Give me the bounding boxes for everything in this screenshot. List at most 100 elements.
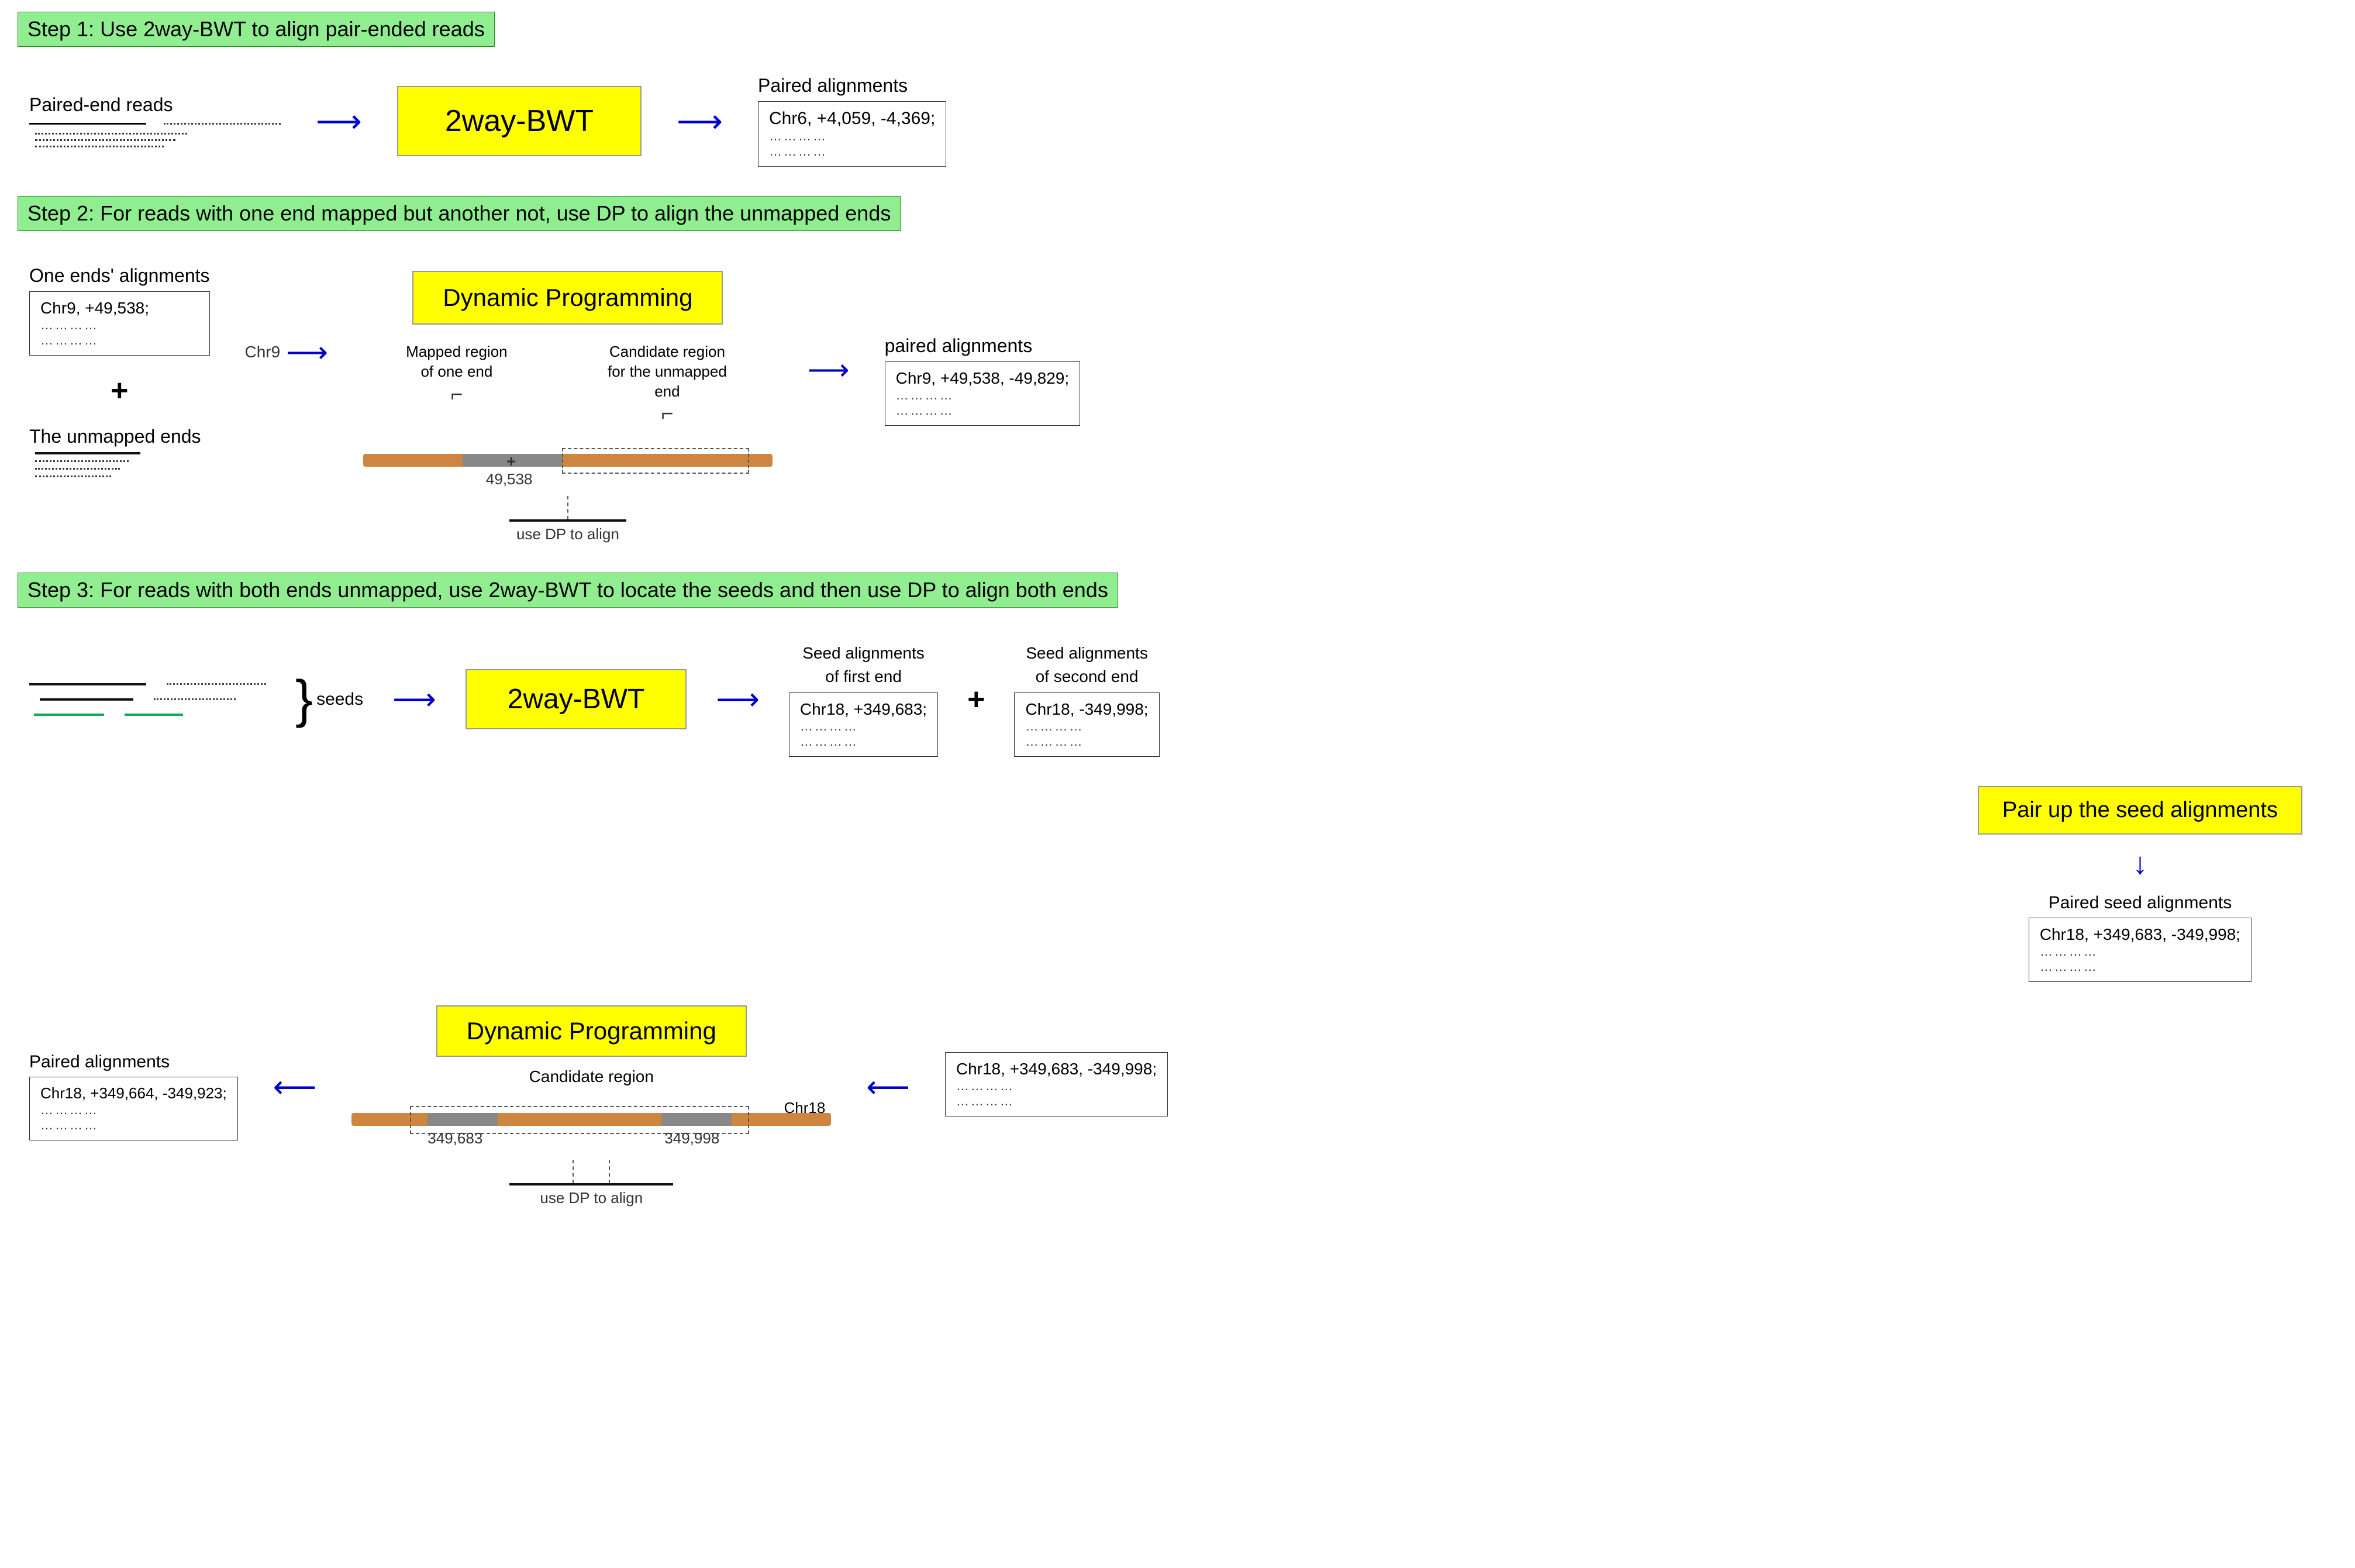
step3-bwt-box: 2way-BWT [466, 669, 687, 729]
step1-dot-row3 [35, 146, 164, 147]
step3-chrom-bar-wrapper: Chr18 349,683 349,998 [351, 1097, 831, 1149]
step2-one-ends: One ends' alignments Chr9, +49,538; …………… [29, 265, 210, 356]
step3-seed-first-label: Seed alignmentsof first end [789, 642, 938, 687]
step2-left: One ends' alignments Chr9, +49,538; …………… [29, 265, 210, 477]
step1-dots1: ………… [769, 129, 935, 144]
step2-right-dots2: ………… [896, 403, 1070, 418]
step3-seeds-label: seeds [316, 690, 363, 709]
step2-left-label1: One ends' alignments [29, 265, 210, 287]
step2-right-dots1: ………… [896, 388, 1070, 403]
step1-reads-display [29, 123, 281, 147]
step3-seed-first: Seed alignmentsof first end Chr18, +349,… [789, 642, 938, 756]
step3-dp-align-label: use DP to align [540, 1189, 643, 1207]
step1-solid-line1 [29, 123, 146, 125]
step3-bottom: Paired alignments Chr18, +349,664, -349,… [29, 1005, 2326, 1207]
step3-seed1-dots1: ………… [800, 719, 927, 734]
step3-dot-a [167, 683, 266, 685]
step2-dashed-overlay [562, 448, 749, 474]
step1-content: Paired-end reads ⟶ 2wa [18, 75, 2337, 167]
step2-candidate-region-label: Candidate regionfor the unmapped end [597, 342, 737, 401]
step3-coord1: 349,683 [427, 1129, 482, 1147]
step3-paired-seed-right: Chr18, +349,683, -349,998; ………… ………… [945, 1052, 1168, 1116]
step3-paired-align-label: Paired alignments [29, 1052, 238, 1072]
step3-paired-seed-label: Paired seed alignments [2029, 893, 2251, 913]
step3-paired-seed-box-right: Chr18, +349,683, -349,998; ………… ………… [945, 1052, 1168, 1116]
step1-dot-row2 [35, 139, 175, 141]
step3-seed-data2: Chr18, -349,998; ………… ………… [1014, 692, 1159, 757]
step2-chrom-bar-wrapper: + 49,538 [363, 437, 773, 490]
step3-pair-up-area: Pair up the seed alignments ↓ Paired see… [29, 786, 2326, 982]
step2-unmapped-reads [29, 452, 210, 477]
step2-mapped-region-label: Mapped regionof one end [406, 342, 507, 382]
step3-plus: + [967, 682, 985, 717]
step3-dash1 [573, 1160, 574, 1183]
unmapped-solid [35, 452, 140, 454]
step2-unmapped: The unmapped ends [29, 426, 210, 477]
step2-right-arrow: ⟶ [808, 353, 850, 387]
step2-left-label2: The unmapped ends [29, 426, 210, 447]
step2-dp-align-label: use DP to align [516, 525, 619, 543]
step3-green-a [34, 714, 104, 716]
step3-dp-area: Dynamic Programming Candidate region Chr… [351, 1005, 831, 1207]
main-container: Step 1: Use 2way-BWT to align pair-ended… [0, 0, 2355, 1225]
step1-dashed-line1 [164, 123, 281, 125]
step3-content: } seeds ⟶ 2way-BWT ⟶ Seed alignmentsof f… [18, 636, 2337, 1212]
step1-reads: Paired-end reads [29, 94, 281, 147]
step2-result-label: paired alignments [885, 335, 1081, 357]
step2-candidate-label: Candidate regionfor the unmapped end ⌐ [597, 342, 737, 426]
step2-content: One ends' alignments Chr9, +49,538; …………… [18, 259, 2337, 549]
step3-solid-b [40, 698, 133, 701]
step1-section: Step 1: Use 2way-BWT to align pair-ended… [18, 12, 2337, 167]
step3-arrow-left: ⟵ [273, 1070, 317, 1105]
step3-paired-align-dots1: ………… [40, 1102, 227, 1118]
step3-dp-box: Dynamic Programming [436, 1005, 747, 1057]
step3-paired-seed-box: Chr18, +349,683, -349,998; ………… ………… [2029, 918, 2251, 982]
step1-arrow1: ⟶ [316, 102, 362, 140]
step2-dots1: ………… [40, 318, 199, 333]
step2-right-line1: Chr9, +49,538, -49,829; [896, 369, 1070, 388]
step2-vert-dash [567, 496, 568, 519]
step3-dot-b [154, 698, 236, 700]
step3-paired-result-box: Chr18, +349,664, -349,923; ………… ………… [29, 1077, 238, 1140]
step2-chr-arrow: Chr9 ⟶ [245, 335, 328, 369]
step2-section: Step 2: For reads with one end mapped bu… [18, 196, 2337, 549]
step3-seed2-dots2: ………… [1025, 734, 1148, 749]
step3-pair-col: Pair up the seed alignments ↓ Paired see… [1978, 786, 2302, 982]
step2-dots2: ………… [40, 333, 199, 348]
step2-dp-align: use DP to align [509, 496, 626, 543]
step2-mapped-label: Mapped regionof one end ⌐ [398, 342, 515, 426]
step1-result-label: Paired alignments [758, 75, 946, 97]
step3-coord2: 349,998 [664, 1129, 719, 1147]
step3-seed-second-label: Seed alignmentsof second end [1014, 642, 1159, 687]
step3-reads [29, 683, 266, 716]
step2-bottom-line [509, 519, 626, 522]
step2-data-box1: Chr9, +49,538; ………… ………… [29, 291, 210, 356]
step3-paired-align-line1: Chr18, +349,664, -349,923; [40, 1084, 227, 1102]
step3-seed-data1: Chr18, +349,683; ………… ………… [789, 692, 938, 757]
step2-arrow-result: ⟶ [808, 353, 850, 387]
step2-data1-line1: Chr9, +49,538; [40, 299, 199, 318]
step2-data-box-right: Chr9, +49,538, -49,829; ………… ………… [885, 361, 1081, 426]
step1-reads-label: Paired-end reads [29, 94, 281, 116]
step3-paired-align-dots2: ………… [40, 1118, 227, 1133]
step3-paired-result: Paired alignments Chr18, +349,664, -349,… [29, 1052, 238, 1140]
step2-region-labels: Mapped regionof one end ⌐ Candidate regi… [363, 342, 773, 426]
step3-seed1-line1: Chr18, +349,683; [800, 700, 927, 719]
step2-dp-box: Dynamic Programming [412, 271, 723, 325]
step1-data-line1: Chr6, +4,059, -4,369; [769, 109, 935, 129]
step3-read-row2 [40, 698, 266, 701]
step3-green-b [125, 714, 183, 716]
step3-paired-seed-dots1: ………… [2040, 944, 2240, 959]
step1-data-box: Chr6, +4,059, -4,369; ………… ………… [758, 101, 946, 167]
step3-pair-up-box: Pair up the seed alignments [1978, 786, 2302, 835]
step1-dot-row1 [35, 133, 187, 135]
step3-dp-align-area: use DP to align [509, 1160, 673, 1207]
step3-brace-seeds: } seeds [295, 673, 363, 726]
step3-paired-seed: Paired seed alignments Chr18, +349,683, … [2029, 893, 2251, 982]
step3-solid-a [29, 683, 146, 685]
step2-chr9-label: Chr9 [245, 343, 281, 361]
step3-brace-right: } [295, 673, 313, 726]
step2-banner: Step 2: For reads with one end mapped bu… [18, 196, 901, 231]
step2-plus-sign: + [506, 452, 516, 471]
step3-section: Step 3: For reads with both ends unmappe… [18, 573, 2337, 1212]
